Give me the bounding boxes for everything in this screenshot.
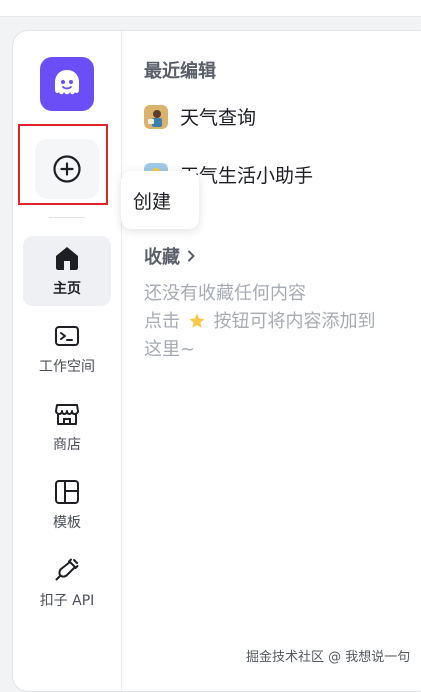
main-panel: 主页 工作空间 商店 模板 扣子 API 最近编辑 天气查询 天气生活小助手 收… xyxy=(12,30,421,692)
store-icon xyxy=(53,400,81,428)
sidebar: 主页 工作空间 商店 模板 扣子 API xyxy=(13,31,122,691)
weather-app-icon xyxy=(144,104,168,129)
sidebar-item-label: 模板 xyxy=(53,515,81,531)
empty-line-2-prefix: 点击 xyxy=(144,311,180,332)
recent-item[interactable]: 天气查询 xyxy=(144,103,256,130)
recent-item-name: 天气查询 xyxy=(180,107,257,129)
sidebar-item-workspace[interactable]: 工作空间 xyxy=(23,314,111,384)
sidebar-item-template[interactable]: 模板 xyxy=(23,470,111,540)
create-tooltip: 创建 xyxy=(121,171,199,229)
favorites-title-label: 收藏 xyxy=(144,247,180,268)
create-tooltip-label: 创建 xyxy=(133,190,172,213)
sidebar-item-label: 扣子 API xyxy=(39,593,95,609)
empty-line-3: 这里~ xyxy=(144,339,196,360)
ghost-logo-icon[interactable] xyxy=(40,57,94,111)
sidebar-item-label: 工作空间 xyxy=(39,359,95,375)
sidebar-item-api[interactable]: 扣子 API xyxy=(23,548,111,618)
star-icon xyxy=(189,313,205,328)
sidebar-item-home[interactable]: 主页 xyxy=(23,236,111,306)
workspace-icon xyxy=(53,322,81,350)
sidebar-item-label: 主页 xyxy=(53,281,81,297)
empty-line-2-suffix: 按钮可将内容添加到 xyxy=(213,311,376,332)
template-icon xyxy=(53,478,81,506)
recent-section-title: 最近编辑 xyxy=(144,61,216,82)
sidebar-item-label: 商店 xyxy=(53,437,81,453)
create-button[interactable] xyxy=(35,139,99,199)
sidebar-divider xyxy=(49,217,85,218)
watermark: 掘金技术社区 @ 我想说一句 xyxy=(246,650,411,665)
chevron-right-icon xyxy=(188,250,195,262)
recent-item-name: 天气生活小助手 xyxy=(180,165,314,187)
top-bar xyxy=(0,0,421,17)
empty-line-1: 还没有收藏任何内容 xyxy=(144,283,306,304)
empty-line-2: 点击 按钮可将内容添加到 xyxy=(144,308,414,336)
plus-circle-icon xyxy=(53,155,81,183)
plugin-api-icon xyxy=(53,556,81,584)
home-icon xyxy=(53,244,81,272)
favorites-empty-message: 还没有收藏任何内容 点击 按钮可将内容添加到 这里~ xyxy=(144,280,414,364)
favorites-section-title[interactable]: 收藏 xyxy=(144,243,198,269)
sidebar-item-store[interactable]: 商店 xyxy=(23,392,111,462)
